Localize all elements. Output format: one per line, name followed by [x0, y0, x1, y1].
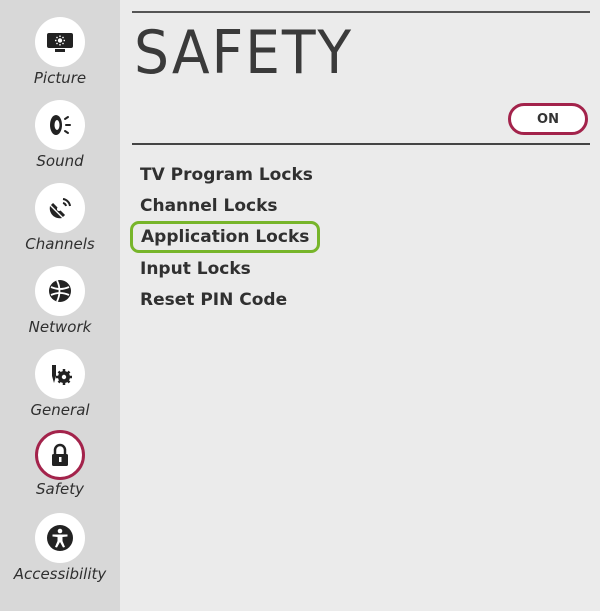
sidebar-item-label: General	[30, 401, 90, 419]
sidebar-item-label: Sound	[36, 152, 84, 170]
picture-icon	[35, 17, 85, 67]
header-divider	[132, 143, 590, 145]
sidebar-item-label: Safety	[36, 480, 84, 498]
sidebar-item-label: Accessibility	[13, 565, 107, 583]
menu-item-application-locks[interactable]: Application Locks	[130, 221, 321, 253]
network-icon	[35, 266, 85, 316]
menu-item-channel-locks[interactable]: Channel Locks	[140, 191, 278, 223]
top-divider	[132, 11, 590, 13]
menu-item-reset-pin-code[interactable]: Reset PIN Code	[140, 285, 287, 317]
channels-icon	[35, 183, 85, 233]
sidebar-item-label: Picture	[33, 69, 87, 87]
menu-item-input-locks[interactable]: Input Locks	[140, 254, 251, 286]
lock-icon	[35, 430, 85, 480]
accessibility-icon	[35, 513, 85, 563]
page-title: SAFETY	[134, 18, 353, 88]
sidebar-item-label: Network	[28, 318, 92, 336]
sidebar-item-label: Channels	[25, 235, 95, 253]
sound-icon	[35, 100, 85, 150]
menu-item-tv-program-locks[interactable]: TV Program Locks	[140, 160, 313, 192]
safety-panel: SAFETY ON TV Program Locks Channel Locks…	[120, 0, 600, 611]
general-icon	[35, 349, 85, 399]
safety-toggle[interactable]: ON	[508, 103, 588, 135]
settings-sidebar: Picture Sound Channels Network General S…	[0, 0, 120, 611]
